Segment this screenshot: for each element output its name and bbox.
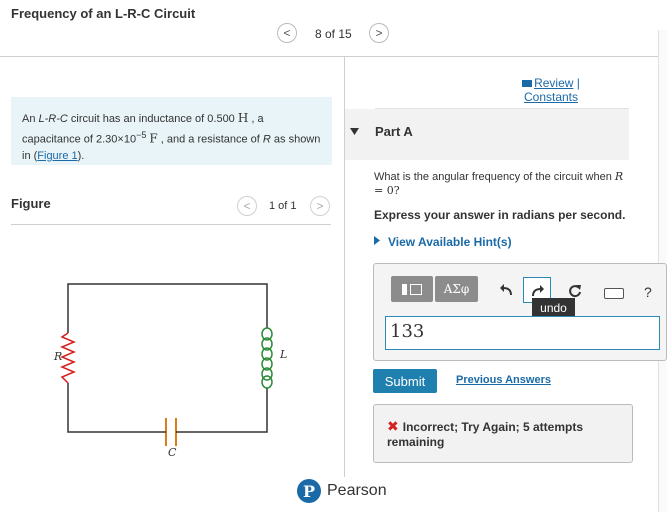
pearson-logo-icon: P — [297, 479, 321, 503]
circuit-wire-top — [67, 283, 268, 333]
templates-icon — [402, 283, 422, 295]
templates-button[interactable] — [391, 276, 433, 302]
feedback-box: ✖ Incorrect; Try Again; 5 attempts remain… — [373, 404, 633, 463]
capacitor-symbol — [162, 418, 180, 446]
resistor-symbol — [60, 332, 76, 384]
figure-link[interactable]: Figure 1 — [37, 150, 77, 162]
answer-instructions: Express your answer in radians per secon… — [374, 208, 626, 222]
problem-statement: An L-R-C circuit has an inductance of 0.… — [11, 97, 332, 165]
resistor-label: R — [53, 350, 62, 363]
undo-icon[interactable] — [499, 284, 513, 296]
keyboard-icon[interactable] — [604, 288, 624, 299]
inductor-symbol — [261, 327, 273, 389]
incorrect-x-icon: ✖ — [387, 418, 399, 434]
next-problem-button[interactable]: > — [369, 23, 389, 43]
figure-pager: 1 of 1 — [269, 200, 297, 212]
previous-answers-link[interactable]: Previous Answers — [456, 374, 551, 386]
undo-tooltip: undo — [532, 298, 575, 318]
answer-input[interactable]: 133 — [385, 316, 660, 350]
chevron-right-icon: > — [316, 199, 324, 213]
part-label: Part A — [375, 124, 413, 139]
chevron-left-icon: < — [243, 199, 251, 213]
help-button[interactable]: ? — [644, 284, 652, 300]
prev-problem-button[interactable]: < — [277, 23, 297, 43]
submit-button[interactable]: Submit — [373, 369, 437, 393]
chevron-right-icon: > — [375, 26, 383, 40]
review-link[interactable]: Review — [534, 76, 573, 90]
page-title: Frequency of an L-R-C Circuit — [11, 6, 196, 21]
question-text: What is the angular frequency of the cir… — [374, 170, 624, 197]
capacitor-label: C — [168, 446, 177, 459]
header-divider — [0, 56, 667, 57]
review-links: Review | Constants — [522, 76, 580, 104]
circuit-wire-bottom-right — [180, 388, 268, 433]
figure-divider — [11, 224, 331, 225]
symbols-button[interactable]: ΑΣφ — [435, 276, 478, 302]
next-figure-button[interactable]: > — [310, 196, 330, 216]
reset-icon[interactable] — [568, 284, 582, 298]
circuit-diagram: R L C — [53, 283, 287, 459]
prev-figure-button[interactable]: < — [237, 196, 257, 216]
hint-triangle-icon[interactable] — [374, 236, 380, 245]
inductor-label: L — [279, 348, 287, 361]
chevron-left-icon: < — [283, 26, 291, 40]
review-icon — [522, 80, 533, 88]
figure-heading: Figure — [11, 196, 51, 211]
circuit-wire-bottom-left — [67, 383, 162, 433]
constants-link[interactable]: Constants — [524, 90, 578, 104]
problem-pager: 8 of 15 — [315, 27, 352, 41]
redo-icon — [532, 285, 544, 297]
feedback-text: Incorrect; Try Again; 5 attempts remaini… — [387, 420, 583, 449]
pearson-brand: P Pearson — [297, 479, 387, 503]
collapse-triangle-icon[interactable] — [350, 128, 360, 136]
pearson-name: Pearson — [327, 482, 387, 499]
view-hints-link[interactable]: View Available Hint(s) — [388, 235, 512, 249]
